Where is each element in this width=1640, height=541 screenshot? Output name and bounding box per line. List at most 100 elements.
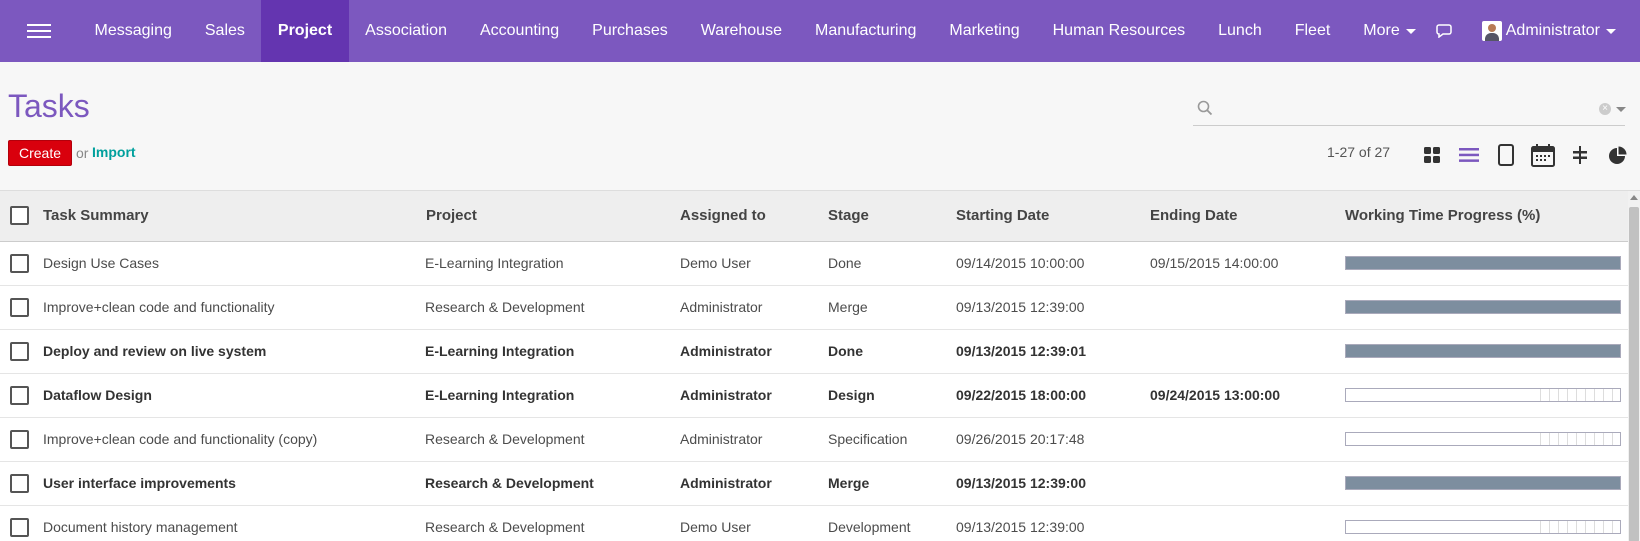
progress-bar: [1345, 300, 1621, 314]
ending-date-cell: [1140, 505, 1335, 541]
task-summary-cell: Improve+clean code and functionality (co…: [43, 431, 318, 447]
scrollbar[interactable]: [1628, 191, 1640, 541]
top-navbar: Messaging Sales Project Association Accounti…: [0, 0, 1640, 62]
menu-item-label: Association: [365, 22, 447, 39]
table-row[interactable]: Design Use Cases E-Learning Integration De…: [0, 241, 1628, 285]
menu-item-manufacturing[interactable]: Manufacturing: [798, 0, 932, 62]
project-cell: Research & Development: [425, 519, 585, 535]
scroll-up-icon[interactable]: [1630, 195, 1638, 200]
column-project[interactable]: Project: [415, 191, 670, 242]
menu-item-label: Purchases: [592, 22, 668, 39]
calendar-view-button[interactable]: [1524, 140, 1561, 170]
starting-date-cell: 09/13/2015 12:39:00: [956, 519, 1085, 535]
row-checkbox[interactable]: [10, 429, 29, 449]
menu-item-label: Marketing: [949, 22, 1020, 39]
menu-item-label: Sales: [204, 22, 245, 39]
chat-icon: [1436, 24, 1452, 38]
starting-date-cell: 09/13/2015 12:39:00: [956, 475, 1086, 491]
row-checkbox[interactable]: [10, 517, 29, 537]
table-row[interactable]: Dataflow Design E-Learning Integration Adm…: [0, 373, 1628, 417]
menu-item-purchases[interactable]: Purchases: [576, 0, 685, 62]
column-assigned-to[interactable]: Assigned to: [670, 191, 818, 242]
starting-date-cell: 09/26/2015 20:17:48: [956, 431, 1085, 447]
clear-search-icon[interactable]: ×: [1599, 103, 1611, 115]
stage-cell: Merge: [828, 475, 870, 491]
row-checkbox[interactable]: [10, 385, 29, 405]
menu-item-label: Lunch: [1218, 22, 1262, 39]
table-header-row: Task Summary Project Assigned to Stage S…: [0, 191, 1628, 242]
search-input[interactable]: [1221, 96, 1581, 120]
stage-cell: Design: [828, 387, 875, 403]
menu-item-marketing[interactable]: Marketing: [933, 0, 1036, 62]
pager-value[interactable]: 1-27 of 27: [1327, 144, 1390, 160]
menu-item-fleet[interactable]: Fleet: [1278, 0, 1347, 62]
menu-item-label: More: [1363, 22, 1400, 39]
stage-cell: Merge: [828, 299, 868, 315]
column-ending-date[interactable]: Ending Date: [1140, 191, 1335, 242]
graph-view-button[interactable]: [1598, 140, 1635, 170]
column-starting-date[interactable]: Starting Date: [946, 191, 1140, 242]
progress-cell: [1335, 461, 1628, 505]
row-checkbox[interactable]: [10, 473, 29, 493]
menu-item-more[interactable]: More: [1347, 0, 1432, 62]
hamburger-icon: [27, 24, 51, 38]
project-cell: E-Learning Integration: [425, 255, 564, 271]
table-row[interactable]: Improve+clean code and functionality Rese…: [0, 285, 1628, 329]
create-button[interactable]: Create: [8, 140, 72, 166]
list-view-button[interactable]: [1450, 140, 1487, 170]
table-row[interactable]: Deploy and review on live system E-Learni…: [0, 329, 1628, 373]
gantt-view-icon: [1572, 146, 1587, 164]
view-switcher: [1413, 140, 1635, 170]
menu-item-warehouse[interactable]: Warehouse: [684, 0, 798, 62]
table-row[interactable]: Improve+clean code and functionality (co…: [0, 417, 1628, 461]
menu-item-sales[interactable]: Sales: [188, 0, 261, 62]
progress-cell: [1335, 505, 1628, 541]
navbar-right: Administrator: [1422, 0, 1640, 62]
ending-date-cell: 09/24/2015 13:00:00: [1150, 387, 1280, 403]
task-list: Task Summary Project Assigned to Stage S…: [0, 190, 1640, 541]
page-title: Tasks: [8, 88, 90, 124]
import-link[interactable]: Import: [92, 144, 136, 160]
assigned-to-cell: Demo User: [680, 519, 751, 535]
progress-bar: [1345, 388, 1621, 402]
menu-item-messaging[interactable]: Messaging: [78, 0, 188, 62]
progress-cell: [1335, 241, 1628, 285]
user-menu[interactable]: Administrator: [1466, 0, 1640, 62]
ending-date-cell: [1140, 417, 1335, 461]
column-working-time-progress[interactable]: Working Time Progress (%): [1335, 191, 1628, 242]
menu-item-project[interactable]: Project: [261, 0, 349, 62]
assigned-to-cell: Administrator: [680, 475, 772, 491]
search-options-toggle[interactable]: [1616, 107, 1626, 112]
avatar: [1481, 21, 1502, 41]
progress-cell: [1335, 373, 1628, 417]
menu-item-accounting[interactable]: Accounting: [463, 0, 575, 62]
scroll-thumb[interactable]: [1629, 207, 1639, 541]
menu-item-label: Messaging: [94, 22, 172, 39]
menu-item-lunch[interactable]: Lunch: [1202, 0, 1279, 62]
table-row[interactable]: User interface improvements Research & De…: [0, 461, 1628, 505]
user-name: Administrator: [1505, 22, 1600, 39]
table-row[interactable]: Document history management Research & De…: [0, 505, 1628, 541]
or-label: or: [76, 145, 89, 161]
menu-item-human-resources[interactable]: Human Resources: [1036, 0, 1202, 62]
task-summary-cell: Document history management: [43, 519, 238, 535]
project-cell: E-Learning Integration: [425, 387, 575, 403]
assigned-to-cell: Administrator: [680, 299, 763, 315]
gantt-view-button[interactable]: [1561, 140, 1598, 170]
chat-button[interactable]: [1422, 0, 1466, 62]
menu-item-association[interactable]: Association: [349, 0, 464, 62]
kanban-view-button[interactable]: [1413, 140, 1450, 170]
stage-cell: Done: [828, 343, 863, 359]
app-menu-toggle[interactable]: [0, 0, 78, 62]
menu-item-label: Manufacturing: [814, 22, 917, 39]
row-checkbox[interactable]: [10, 253, 29, 273]
progress-cell: [1335, 329, 1628, 373]
task-summary-cell: Improve+clean code and functionality: [43, 299, 275, 315]
ending-date-cell: 09/15/2015 14:00:00: [1150, 255, 1279, 271]
column-stage[interactable]: Stage: [818, 191, 946, 242]
row-checkbox[interactable]: [10, 297, 29, 317]
select-all-checkbox[interactable]: [10, 206, 29, 226]
row-checkbox[interactable]: [10, 341, 29, 361]
form-view-button[interactable]: [1487, 140, 1524, 170]
column-task-summary[interactable]: Task Summary: [0, 191, 415, 242]
